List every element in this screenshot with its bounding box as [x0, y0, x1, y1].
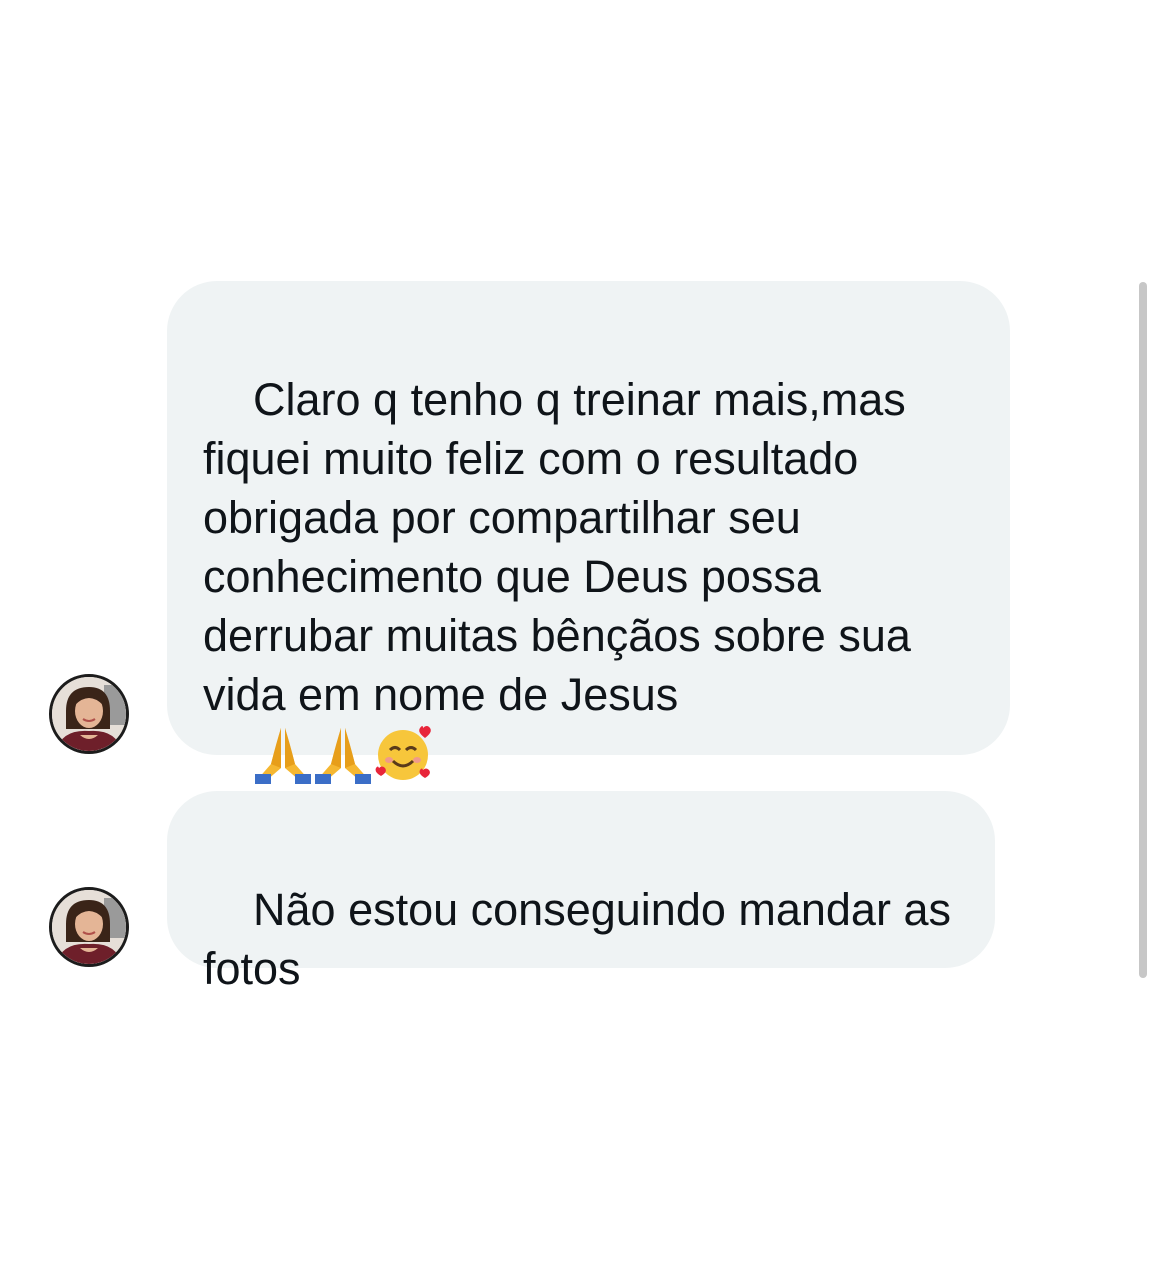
avatar[interactable]: [49, 674, 129, 754]
chat-thread: Claro q tenho q treinar mais,mas fiquei …: [0, 0, 1156, 1280]
message-text: Claro q tenho q treinar mais,mas fiquei …: [203, 374, 924, 720]
avatar-photo: [52, 677, 126, 751]
message-text: Não estou conseguindo mandar as fotos: [203, 884, 964, 994]
message-bubble[interactable]: Não estou conseguindo mandar as fotos: [167, 791, 995, 994]
folded-hands-icon: [255, 728, 312, 784]
avatar-photo: [52, 890, 126, 964]
message-bubble[interactable]: Claro q tenho q treinar mais,mas fiquei …: [167, 281, 1010, 905]
folded-hands-icon: [315, 728, 372, 784]
scrollbar[interactable]: [1139, 282, 1147, 978]
avatar[interactable]: [49, 887, 129, 967]
smiling-face-with-hearts-icon: [375, 726, 431, 780]
